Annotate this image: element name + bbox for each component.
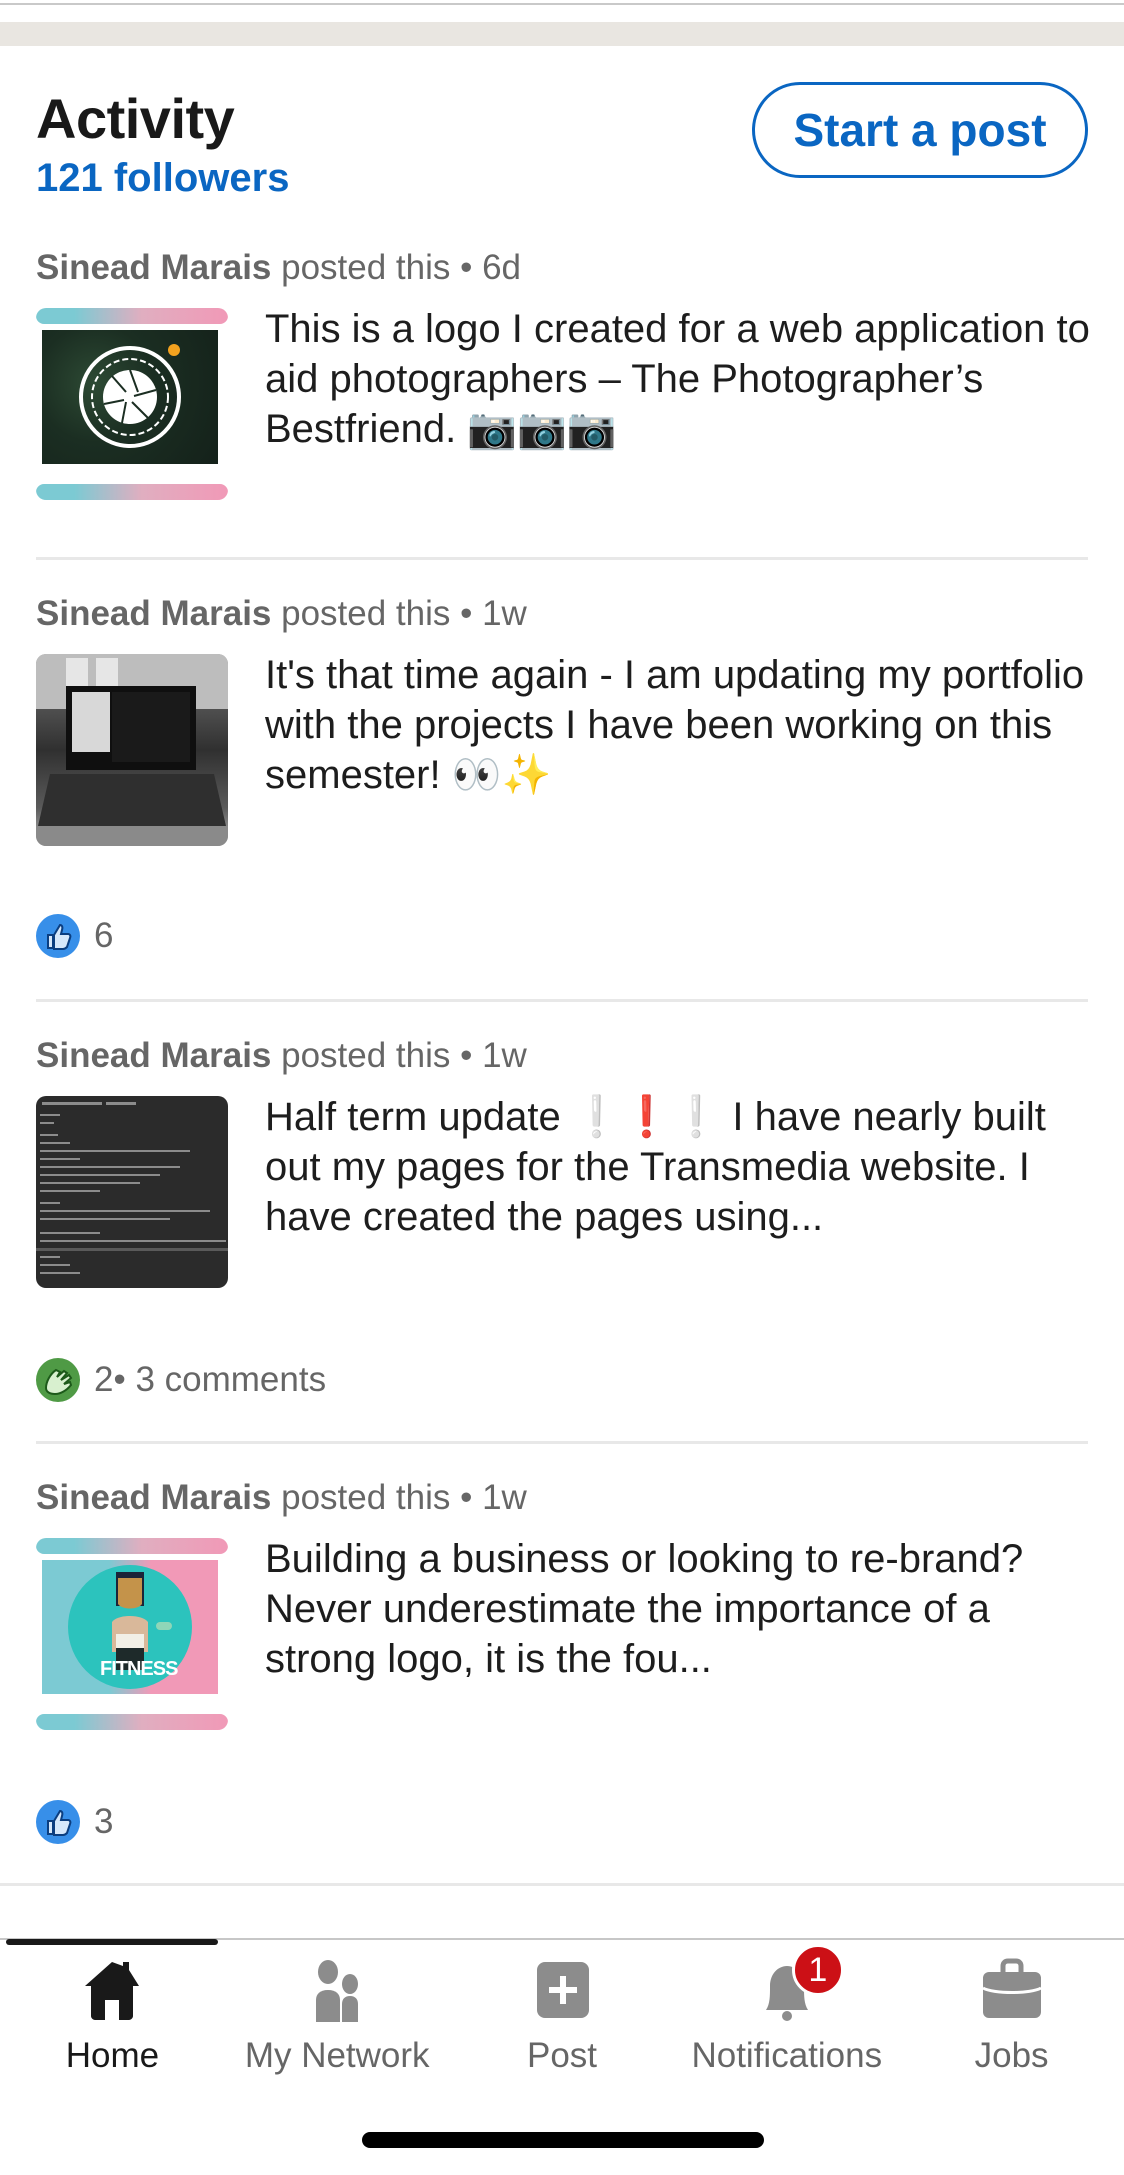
post-action: posted this bbox=[271, 1036, 451, 1075]
thumbnail-gradient-bar bbox=[36, 308, 228, 324]
photographer-logo-thumbnail[interactable] bbox=[36, 308, 228, 500]
post-age: 6d bbox=[482, 248, 522, 287]
bottom-navigation: Home My Network Post 1 Notifications Job… bbox=[0, 1944, 1124, 2078]
home-indicator-bar[interactable] bbox=[362, 2132, 764, 2148]
thumbnail-gradient-bar bbox=[36, 484, 228, 500]
start-a-post-button[interactable]: Start a post bbox=[752, 82, 1088, 178]
activity-header: Activity 121 followers Start a post bbox=[36, 82, 1088, 212]
comments-count[interactable]: • 3 comments bbox=[113, 1360, 326, 1400]
reaction-count: 6 bbox=[94, 916, 114, 955]
nav-label: Notifications bbox=[691, 2036, 883, 2075]
post-author[interactable]: Sinead Marais bbox=[36, 594, 271, 633]
activity-post[interactable]: Sinead Marais posted this • 1w FITNESS B… bbox=[36, 1478, 1088, 1868]
post-author[interactable]: Sinead Marais bbox=[36, 1478, 271, 1517]
nav-label: Jobs bbox=[974, 2036, 1049, 2075]
post-text[interactable]: It's that time again - I am updating my … bbox=[265, 650, 1095, 800]
thumbnail-gradient-bar bbox=[36, 1714, 228, 1730]
post-age: 1w bbox=[482, 594, 527, 633]
laptop-photo-thumbnail[interactable] bbox=[36, 654, 228, 846]
activity-post[interactable]: Sinead Marais posted this • 1w It's that… bbox=[36, 594, 1088, 984]
code-editor-thumbnail[interactable] bbox=[36, 1096, 228, 1288]
post-action: posted this bbox=[271, 1478, 451, 1517]
post-meta: Sinead Marais posted this • 6d bbox=[36, 248, 521, 288]
home-icon bbox=[77, 1958, 147, 2022]
reaction-count: 2 bbox=[94, 1360, 114, 1399]
code-screenshot bbox=[36, 1102, 228, 1274]
reaction-count: 3 bbox=[94, 1802, 114, 1841]
notification-badge: 1 bbox=[791, 1944, 844, 1996]
nav-label: Home bbox=[65, 2036, 160, 2075]
followers-count-link[interactable]: 121 followers bbox=[36, 156, 289, 201]
nav-tab-home[interactable]: Home bbox=[0, 1948, 225, 2078]
top-divider bbox=[0, 3, 1124, 5]
meta-separator: • bbox=[450, 1478, 483, 1517]
post-divider bbox=[0, 1883, 1124, 1886]
bell-icon: 1 bbox=[752, 1944, 844, 2022]
post-age: 1w bbox=[482, 1478, 527, 1517]
post-plus-icon bbox=[527, 1958, 597, 2022]
post-meta: Sinead Marais posted this • 1w bbox=[36, 1036, 527, 1076]
active-tab-indicator bbox=[6, 1939, 218, 1945]
activity-title: Activity bbox=[36, 87, 235, 150]
camera-aperture-logo bbox=[79, 344, 181, 448]
fitness-logo-panel: FITNESS bbox=[42, 1560, 218, 1694]
thumbnail-gradient-bar bbox=[36, 1538, 228, 1554]
post-author[interactable]: Sinead Marais bbox=[36, 248, 271, 287]
reactions-summary[interactable]: 3 bbox=[36, 1800, 113, 1844]
celebrate-icon bbox=[36, 1358, 80, 1402]
laptop-image bbox=[36, 654, 228, 846]
fitness-logo-text: FITNESS bbox=[100, 1658, 178, 1680]
post-divider bbox=[36, 1441, 1088, 1444]
meta-separator: • bbox=[450, 594, 483, 633]
nav-label: My Network bbox=[244, 2036, 430, 2075]
section-separator-band bbox=[0, 22, 1124, 46]
nav-tab-notifications[interactable]: 1 Notifications bbox=[674, 1944, 899, 2078]
post-author[interactable]: Sinead Marais bbox=[36, 1036, 271, 1075]
post-action: posted this bbox=[271, 248, 451, 287]
post-text[interactable]: Building a business or looking to re-bra… bbox=[265, 1534, 1095, 1684]
post-divider bbox=[36, 999, 1088, 1002]
fitness-logo-thumbnail[interactable]: FITNESS bbox=[36, 1538, 228, 1730]
reactions-summary[interactable]: 6 bbox=[36, 914, 113, 958]
activity-post[interactable]: Sinead Marais posted this • 1w Half term… bbox=[36, 1036, 1088, 1426]
post-divider bbox=[36, 557, 1088, 560]
post-action: posted this bbox=[271, 594, 451, 633]
reactions-summary[interactable]: 2 • 3 comments bbox=[36, 1358, 326, 1402]
like-icon bbox=[36, 1800, 80, 1844]
nav-tab-my-network[interactable]: My Network bbox=[225, 1948, 450, 2078]
post-age: 1w bbox=[482, 1036, 527, 1075]
briefcase-icon bbox=[977, 1958, 1047, 2022]
post-meta: Sinead Marais posted this • 1w bbox=[36, 1478, 527, 1518]
nav-tab-post[interactable]: Post bbox=[450, 1948, 675, 2078]
meta-separator: • bbox=[450, 248, 483, 287]
post-text[interactable]: This is a logo I created for a web appli… bbox=[265, 304, 1095, 454]
nav-tab-jobs[interactable]: Jobs bbox=[899, 1948, 1124, 2078]
post-meta: Sinead Marais posted this • 1w bbox=[36, 594, 527, 634]
nav-label: Post bbox=[526, 2036, 598, 2075]
like-icon bbox=[36, 914, 80, 958]
post-text[interactable]: Half term update ❕❗❕ I have nearly built… bbox=[265, 1092, 1095, 1242]
network-icon bbox=[302, 1958, 372, 2022]
meta-separator: • bbox=[450, 1036, 483, 1075]
forest-background bbox=[42, 330, 218, 464]
activity-post[interactable]: Sinead Marais posted this • 6d This is a… bbox=[36, 248, 1090, 548]
